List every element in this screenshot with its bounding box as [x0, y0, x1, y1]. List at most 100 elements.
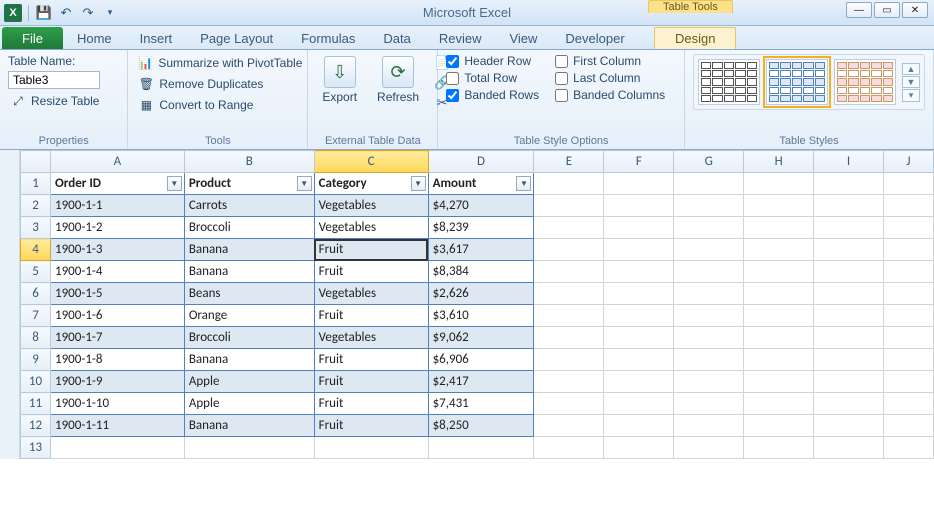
table-style-swatch-1[interactable]: [698, 59, 760, 105]
tab-insert[interactable]: Insert: [126, 27, 187, 49]
cell-J3[interactable]: [884, 217, 934, 239]
tab-page-layout[interactable]: Page Layout: [186, 27, 287, 49]
cell-E11[interactable]: [534, 393, 604, 415]
cell-G4[interactable]: [674, 239, 744, 261]
save-icon[interactable]: 💾: [35, 4, 53, 22]
cell-C7[interactable]: Fruit: [314, 305, 428, 327]
column-header-F[interactable]: F: [604, 151, 674, 173]
cell-J10[interactable]: [884, 371, 934, 393]
cell-D2[interactable]: $4,270: [428, 195, 534, 217]
cell-F9[interactable]: [604, 349, 674, 371]
gallery-scroll-up-icon[interactable]: ▲: [902, 63, 920, 75]
cell-C13[interactable]: [314, 437, 428, 459]
cell-J13[interactable]: [884, 437, 934, 459]
row-header-13[interactable]: 13: [21, 437, 51, 459]
column-header-E[interactable]: E: [534, 151, 604, 173]
cell-D1[interactable]: Amount▼: [428, 173, 534, 195]
cell-D3[interactable]: $8,239: [428, 217, 534, 239]
cell-B8[interactable]: Broccoli: [184, 327, 314, 349]
select-all-corner[interactable]: [21, 151, 51, 173]
cell-B10[interactable]: Apple: [184, 371, 314, 393]
cell-C12[interactable]: Fruit: [314, 415, 428, 437]
filter-dropdown-icon[interactable]: ▼: [297, 176, 312, 191]
cell-E13[interactable]: [534, 437, 604, 459]
cell-B1[interactable]: Product▼: [184, 173, 314, 195]
cell-D10[interactable]: $2,417: [428, 371, 534, 393]
filter-dropdown-icon[interactable]: ▼: [411, 176, 426, 191]
cell-J4[interactable]: [884, 239, 934, 261]
cell-C5[interactable]: Fruit: [314, 261, 428, 283]
cell-J11[interactable]: [884, 393, 934, 415]
cell-D9[interactable]: $6,906: [428, 349, 534, 371]
cell-E5[interactable]: [534, 261, 604, 283]
cell-C8[interactable]: Vegetables: [314, 327, 428, 349]
cell-F5[interactable]: [604, 261, 674, 283]
cell-C3[interactable]: Vegetables: [314, 217, 428, 239]
cell-G2[interactable]: [674, 195, 744, 217]
styleopt-checkbox[interactable]: [555, 89, 568, 102]
cell-F10[interactable]: [604, 371, 674, 393]
cell-E8[interactable]: [534, 327, 604, 349]
cell-C10[interactable]: Fruit: [314, 371, 428, 393]
cell-F4[interactable]: [604, 239, 674, 261]
cell-B12[interactable]: Banana: [184, 415, 314, 437]
cell-J1[interactable]: [884, 173, 934, 195]
table-style-swatch-2[interactable]: [766, 59, 828, 105]
tab-home[interactable]: Home: [63, 27, 126, 49]
row-header-9[interactable]: 9: [21, 349, 51, 371]
cell-I4[interactable]: [814, 239, 884, 261]
styleopt-total-row[interactable]: Total Row: [446, 71, 539, 85]
cell-H10[interactable]: [744, 371, 814, 393]
resize-table-button[interactable]: ⤢ Resize Table: [8, 92, 119, 110]
cell-J9[interactable]: [884, 349, 934, 371]
cell-B2[interactable]: Carrots: [184, 195, 314, 217]
row-header-11[interactable]: 11: [21, 393, 51, 415]
cell-D5[interactable]: $8,384: [428, 261, 534, 283]
cell-G3[interactable]: [674, 217, 744, 239]
cell-I6[interactable]: [814, 283, 884, 305]
cell-I13[interactable]: [814, 437, 884, 459]
gallery-more-icon[interactable]: ▾: [902, 89, 920, 102]
filter-dropdown-icon[interactable]: ▼: [516, 176, 531, 191]
cell-D13[interactable]: [428, 437, 534, 459]
cell-D4[interactable]: $3,617: [428, 239, 534, 261]
cell-H1[interactable]: [744, 173, 814, 195]
cell-B5[interactable]: Banana: [184, 261, 314, 283]
undo-icon[interactable]: ↶: [57, 4, 75, 22]
window-restore-button[interactable]: ▭: [874, 2, 900, 18]
table-style-swatch-3[interactable]: [834, 59, 896, 105]
cell-H13[interactable]: [744, 437, 814, 459]
cell-J2[interactable]: [884, 195, 934, 217]
styleopt-header-row[interactable]: Header Row: [446, 54, 539, 68]
cell-G12[interactable]: [674, 415, 744, 437]
cell-G11[interactable]: [674, 393, 744, 415]
cell-I9[interactable]: [814, 349, 884, 371]
cell-A13[interactable]: [50, 437, 184, 459]
tab-design[interactable]: Design: [654, 27, 736, 49]
refresh-button[interactable]: ⟳ Refresh: [371, 54, 425, 106]
cell-J7[interactable]: [884, 305, 934, 327]
cell-G8[interactable]: [674, 327, 744, 349]
qat-customize-icon[interactable]: ▾: [101, 4, 119, 22]
cell-C1[interactable]: Category▼: [314, 173, 428, 195]
column-header-J[interactable]: J: [884, 151, 934, 173]
tab-formulas[interactable]: Formulas: [287, 27, 369, 49]
cell-I3[interactable]: [814, 217, 884, 239]
styleopt-checkbox[interactable]: [446, 55, 459, 68]
styleopt-banded-rows[interactable]: Banded Rows: [446, 88, 539, 102]
cell-A1[interactable]: Order ID▼: [50, 173, 184, 195]
styleopt-first-column[interactable]: First Column: [555, 54, 665, 68]
cell-A10[interactable]: 1900-1-9: [50, 371, 184, 393]
excel-app-icon[interactable]: X: [4, 4, 22, 22]
cell-F1[interactable]: [604, 173, 674, 195]
cell-H3[interactable]: [744, 217, 814, 239]
cell-G6[interactable]: [674, 283, 744, 305]
cell-A11[interactable]: 1900-1-10: [50, 393, 184, 415]
column-header-C[interactable]: C: [314, 151, 428, 173]
cell-C2[interactable]: Vegetables: [314, 195, 428, 217]
cell-F6[interactable]: [604, 283, 674, 305]
cell-I10[interactable]: [814, 371, 884, 393]
styleopt-banded-columns[interactable]: Banded Columns: [555, 88, 665, 102]
cell-C6[interactable]: Vegetables: [314, 283, 428, 305]
table-styles-gallery[interactable]: ▲ ▼ ▾: [693, 54, 925, 110]
